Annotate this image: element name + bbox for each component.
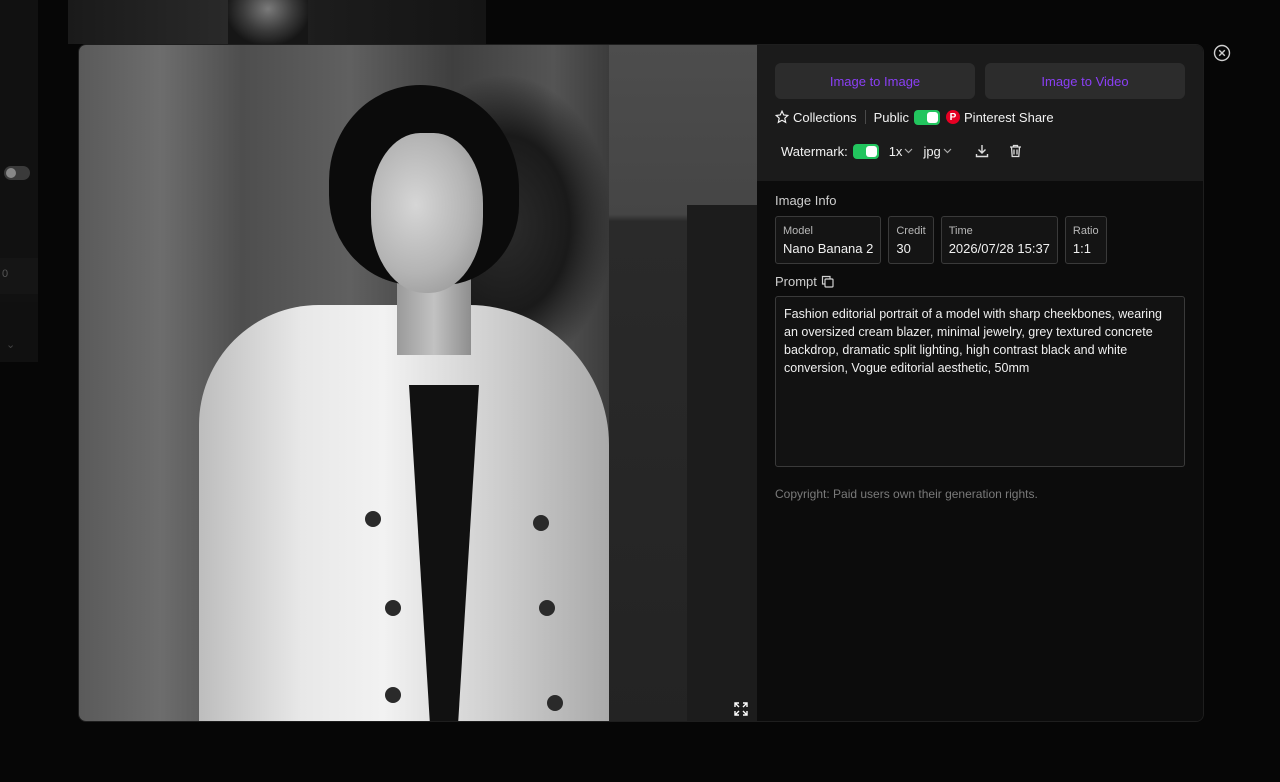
info-card-label: Credit [896,225,926,237]
copyright-notice: Copyright: Paid users own their generati… [775,487,1038,501]
background-dropdown-fragment: ⌄ [0,302,38,362]
scale-select[interactable]: 1x [889,144,914,159]
pinterest-share-label: Pinterest Share [964,109,1054,125]
close-circle-icon[interactable] [1213,44,1231,62]
scale-value: 1x [888,143,903,159]
star-icon [775,110,789,124]
background-list-text: 0 [2,268,9,280]
pinterest-share-button[interactable]: P Pinterest Share [940,110,1054,125]
info-card-credit: Credit 30 [888,216,934,264]
background-chevron: ⌄ [6,339,16,351]
public-label: Public [873,109,910,125]
expand-icon[interactable] [731,699,751,719]
public-toggle[interactable] [914,109,941,125]
watermark-toggle[interactable] [852,143,879,159]
download-row: Watermark: 1x jpg [775,141,1185,161]
info-card-label: Time [948,225,973,237]
collections-label: Collections [793,109,857,125]
info-card-ratio: Ratio 1:1 [1064,216,1107,264]
info-card-time: Time 2026/07/28 15:37 [940,216,1058,264]
image-to-image-button[interactable]: Image to Image [775,63,975,99]
background-list-fragment: 0 [0,258,38,294]
info-card-value: Nano Banana 2 [783,241,874,256]
details-section: Image Info Model Nano Banana 2 Credit 30… [757,181,1203,501]
info-card-label: Ratio [1072,225,1099,237]
info-card-model: Model Nano Banana 2 [775,216,882,264]
collections-button[interactable]: Collections [775,110,857,125]
info-card-label: Model [783,225,813,237]
image-info-cards: Model Nano Banana 2 Credit 30 Time 2026/… [775,216,1185,264]
prompt-title: Prompt [775,274,817,289]
generated-image[interactable] [79,45,757,721]
pinterest-icon: P [946,110,961,124]
divider [864,110,866,124]
image-to-video-button[interactable]: Image to Video [985,63,1185,99]
background-toggle [4,166,30,180]
image-info-title: Image Info [775,193,837,208]
prompt-text[interactable]: Fashion editorial portrait of a model wi… [775,296,1185,467]
trash-icon[interactable] [1008,143,1024,159]
watermark-label: Watermark: [781,143,848,159]
chevron-down-icon [943,146,952,156]
background-thumbnail [68,0,486,44]
prompt-header: Prompt [775,274,1185,289]
info-card-value: 1:1 [1072,241,1091,256]
info-card-value: 2026/07/28 15:37 [948,241,1050,256]
format-value: jpg [923,143,941,159]
image-detail-modal: Image to Image Image to Video Collection… [78,44,1204,722]
chevron-down-icon [904,146,913,156]
info-card-value: 30 [896,241,911,256]
share-row: Collections Public P Pinterest Share [775,108,1185,126]
info-panel: Image to Image Image to Video Collection… [757,45,1203,721]
actions-section: Image to Image Image to Video Collection… [757,45,1203,181]
download-icon[interactable] [974,143,990,159]
format-select[interactable]: jpg [923,143,952,159]
copy-icon[interactable] [821,275,834,288]
